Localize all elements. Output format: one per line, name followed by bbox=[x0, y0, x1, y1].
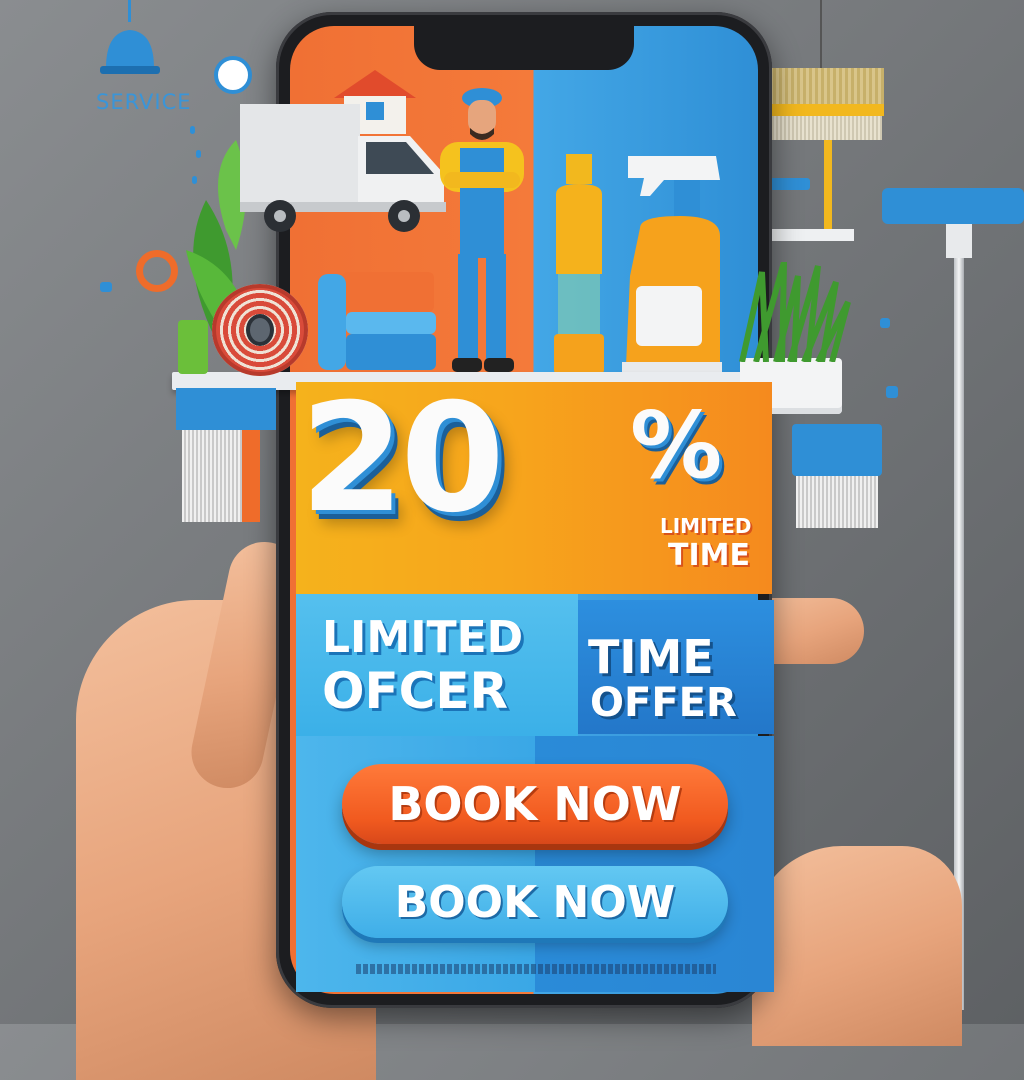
spray-bottle-icon bbox=[622, 156, 722, 374]
hose-reel-hub bbox=[246, 314, 274, 346]
brush-bristle bbox=[182, 430, 244, 522]
discount-value: 20 bbox=[300, 372, 505, 546]
discount-percent: % bbox=[630, 392, 723, 499]
lamp-icon bbox=[100, 30, 160, 74]
mop-neck bbox=[946, 224, 972, 258]
sofa-icon bbox=[318, 272, 436, 370]
limited-tag-line1: LIMITED bbox=[660, 514, 752, 538]
broom-string bbox=[820, 0, 822, 70]
mop-icon bbox=[882, 188, 1024, 224]
plant-icon bbox=[739, 262, 851, 362]
broom-handle bbox=[824, 140, 832, 230]
truck-icon bbox=[240, 104, 446, 232]
worker-icon bbox=[440, 88, 524, 372]
offer-left-line1: LIMITED bbox=[322, 612, 524, 663]
brush-bristle bbox=[796, 476, 878, 528]
offer-left-line2: OFCER bbox=[322, 662, 509, 720]
phone-notch bbox=[414, 22, 634, 70]
broom-bristle bbox=[766, 116, 882, 140]
service-badge-icon bbox=[214, 56, 252, 94]
water-drop-icon bbox=[886, 386, 898, 398]
brush-icon bbox=[176, 388, 276, 430]
brush-accent bbox=[242, 430, 260, 522]
water-drop-icon bbox=[100, 282, 112, 292]
book-now-secondary-button[interactable]: BOOK NOW bbox=[342, 866, 728, 938]
broom-bar bbox=[764, 104, 884, 116]
cleaner-bottle-icon bbox=[554, 154, 604, 374]
right-hand bbox=[752, 846, 962, 1046]
fine-print bbox=[356, 964, 716, 974]
broom-icon bbox=[764, 68, 884, 106]
green-box bbox=[178, 320, 208, 374]
water-drop-icon bbox=[190, 126, 195, 134]
book-now-button[interactable]: BOOK NOW bbox=[342, 764, 728, 844]
offer-right-line2: OFFER bbox=[590, 680, 737, 726]
water-drop-icon bbox=[880, 318, 890, 328]
limited-tag-line2: TIME bbox=[668, 538, 750, 573]
lamp-cord bbox=[128, 0, 131, 22]
offer-right-line1: TIME bbox=[588, 630, 714, 684]
ring-icon bbox=[136, 250, 178, 292]
brush-icon bbox=[792, 424, 882, 476]
service-label: SERVICE bbox=[96, 90, 192, 114]
